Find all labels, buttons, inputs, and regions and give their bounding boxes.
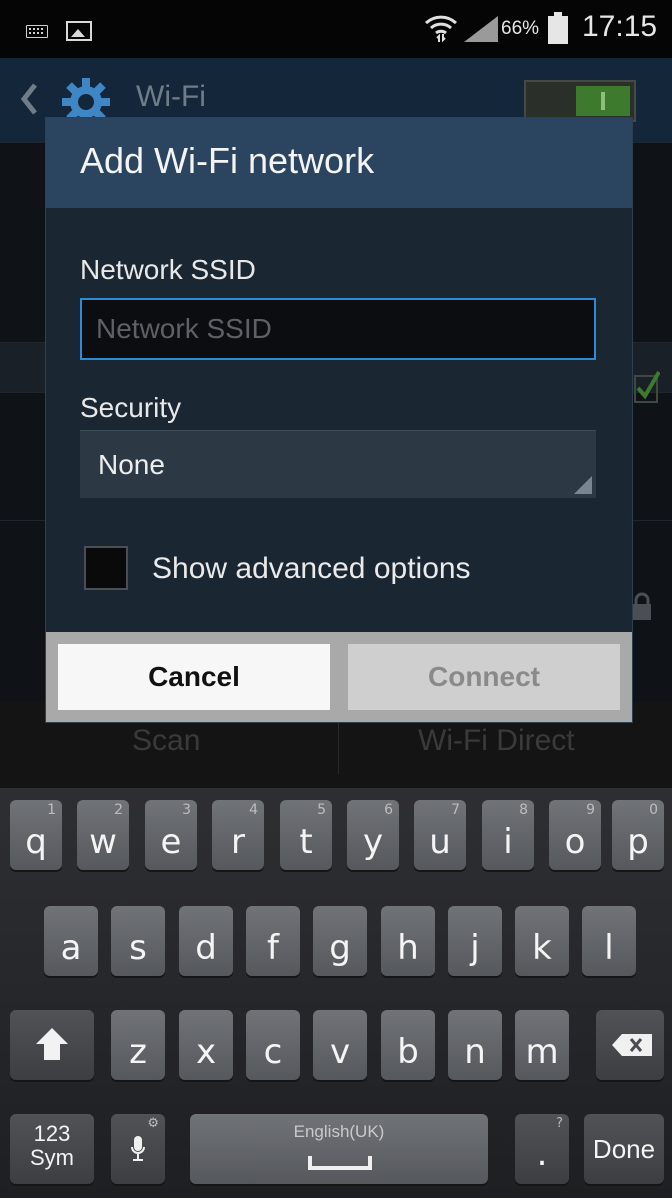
dialog-footer: Cancel Connect (46, 632, 632, 722)
key-j[interactable]: j (448, 906, 502, 976)
checkbox-icon (634, 370, 660, 403)
sym-key[interactable]: 123 Sym (10, 1114, 94, 1184)
key-y[interactable]: 6y (347, 800, 399, 870)
key-i[interactable]: 8i (482, 800, 534, 870)
key-t[interactable]: 5t (280, 800, 332, 870)
spacebar[interactable]: English(UK) (190, 1114, 488, 1184)
wifi-icon (424, 15, 458, 43)
key-w[interactable]: 2w (77, 800, 129, 870)
dialog-body: Network SSID Security None Show advanced… (46, 208, 632, 632)
status-bar: 66% 17:15 (0, 0, 672, 58)
settings-hint-icon: ⚙ (147, 1116, 159, 1131)
on-screen-keyboard: 1q 2w 3e 4r 5t 6y 7u 8i 9o 0p a s d f g … (0, 788, 672, 1198)
security-dropdown[interactable]: None (80, 430, 596, 498)
microphone-icon (131, 1136, 145, 1161)
image-icon (66, 21, 92, 41)
key-e[interactable]: 3e (145, 800, 197, 870)
key-a[interactable]: a (44, 906, 98, 976)
dropdown-corner-icon (574, 476, 592, 494)
key-s[interactable]: s (111, 906, 165, 976)
key-b[interactable]: b (381, 1010, 435, 1080)
ssid-input[interactable] (80, 298, 596, 360)
security-value: None (98, 449, 165, 480)
keyboard-language: English(UK) (293, 1122, 385, 1141)
advanced-options-checkbox[interactable] (84, 546, 128, 590)
shift-key[interactable] (10, 1010, 94, 1080)
key-d[interactable]: d (179, 906, 233, 976)
key-h[interactable]: h (381, 906, 435, 976)
dialog-title: Add Wi-Fi network (80, 140, 375, 181)
key-p[interactable]: 0p (612, 800, 664, 870)
voice-input-key[interactable]: ⚙ (111, 1114, 165, 1184)
lock-icon (633, 592, 651, 620)
done-key[interactable]: Done (584, 1114, 664, 1184)
battery-percent: 66% (501, 18, 540, 39)
space-icon (308, 1156, 372, 1170)
period-key[interactable]: ? . (515, 1114, 569, 1184)
back-icon[interactable] (20, 82, 38, 116)
advanced-options-label[interactable]: Show advanced options (152, 552, 471, 586)
add-wifi-dialog: Add Wi-Fi network Network SSID Security … (46, 118, 632, 722)
connect-button[interactable]: Connect (348, 644, 620, 710)
key-z[interactable]: z (111, 1010, 165, 1080)
key-l[interactable]: l (582, 906, 636, 976)
key-x[interactable]: x (179, 1010, 233, 1080)
battery-icon (548, 12, 568, 44)
key-g[interactable]: g (313, 906, 367, 976)
shift-arrow-icon (36, 1028, 68, 1044)
key-r[interactable]: 4r (212, 800, 264, 870)
clock: 17:15 (582, 10, 658, 43)
keyboard-icon (26, 25, 48, 38)
key-q[interactable]: 1q (10, 800, 62, 870)
backspace-key[interactable] (596, 1010, 664, 1080)
wifi-toggle[interactable] (524, 80, 636, 122)
key-n[interactable]: n (448, 1010, 502, 1080)
key-f[interactable]: f (246, 906, 300, 976)
divider (338, 718, 339, 774)
key-o[interactable]: 9o (549, 800, 601, 870)
ssid-label: Network SSID (80, 254, 256, 285)
signal-icon (464, 16, 498, 42)
cancel-button[interactable]: Cancel (58, 644, 330, 710)
wifi-direct-button: Wi-Fi Direct (418, 724, 575, 757)
key-u[interactable]: 7u (414, 800, 466, 870)
key-m[interactable]: m (515, 1010, 569, 1080)
backspace-icon (612, 1034, 652, 1056)
key-c[interactable]: c (246, 1010, 300, 1080)
key-k[interactable]: k (515, 906, 569, 976)
page-title: Wi-Fi (136, 80, 206, 113)
key-v[interactable]: v (313, 1010, 367, 1080)
security-label: Security (80, 392, 182, 423)
scan-button: Scan (132, 724, 201, 757)
dialog-header: Add Wi-Fi network (46, 118, 632, 208)
